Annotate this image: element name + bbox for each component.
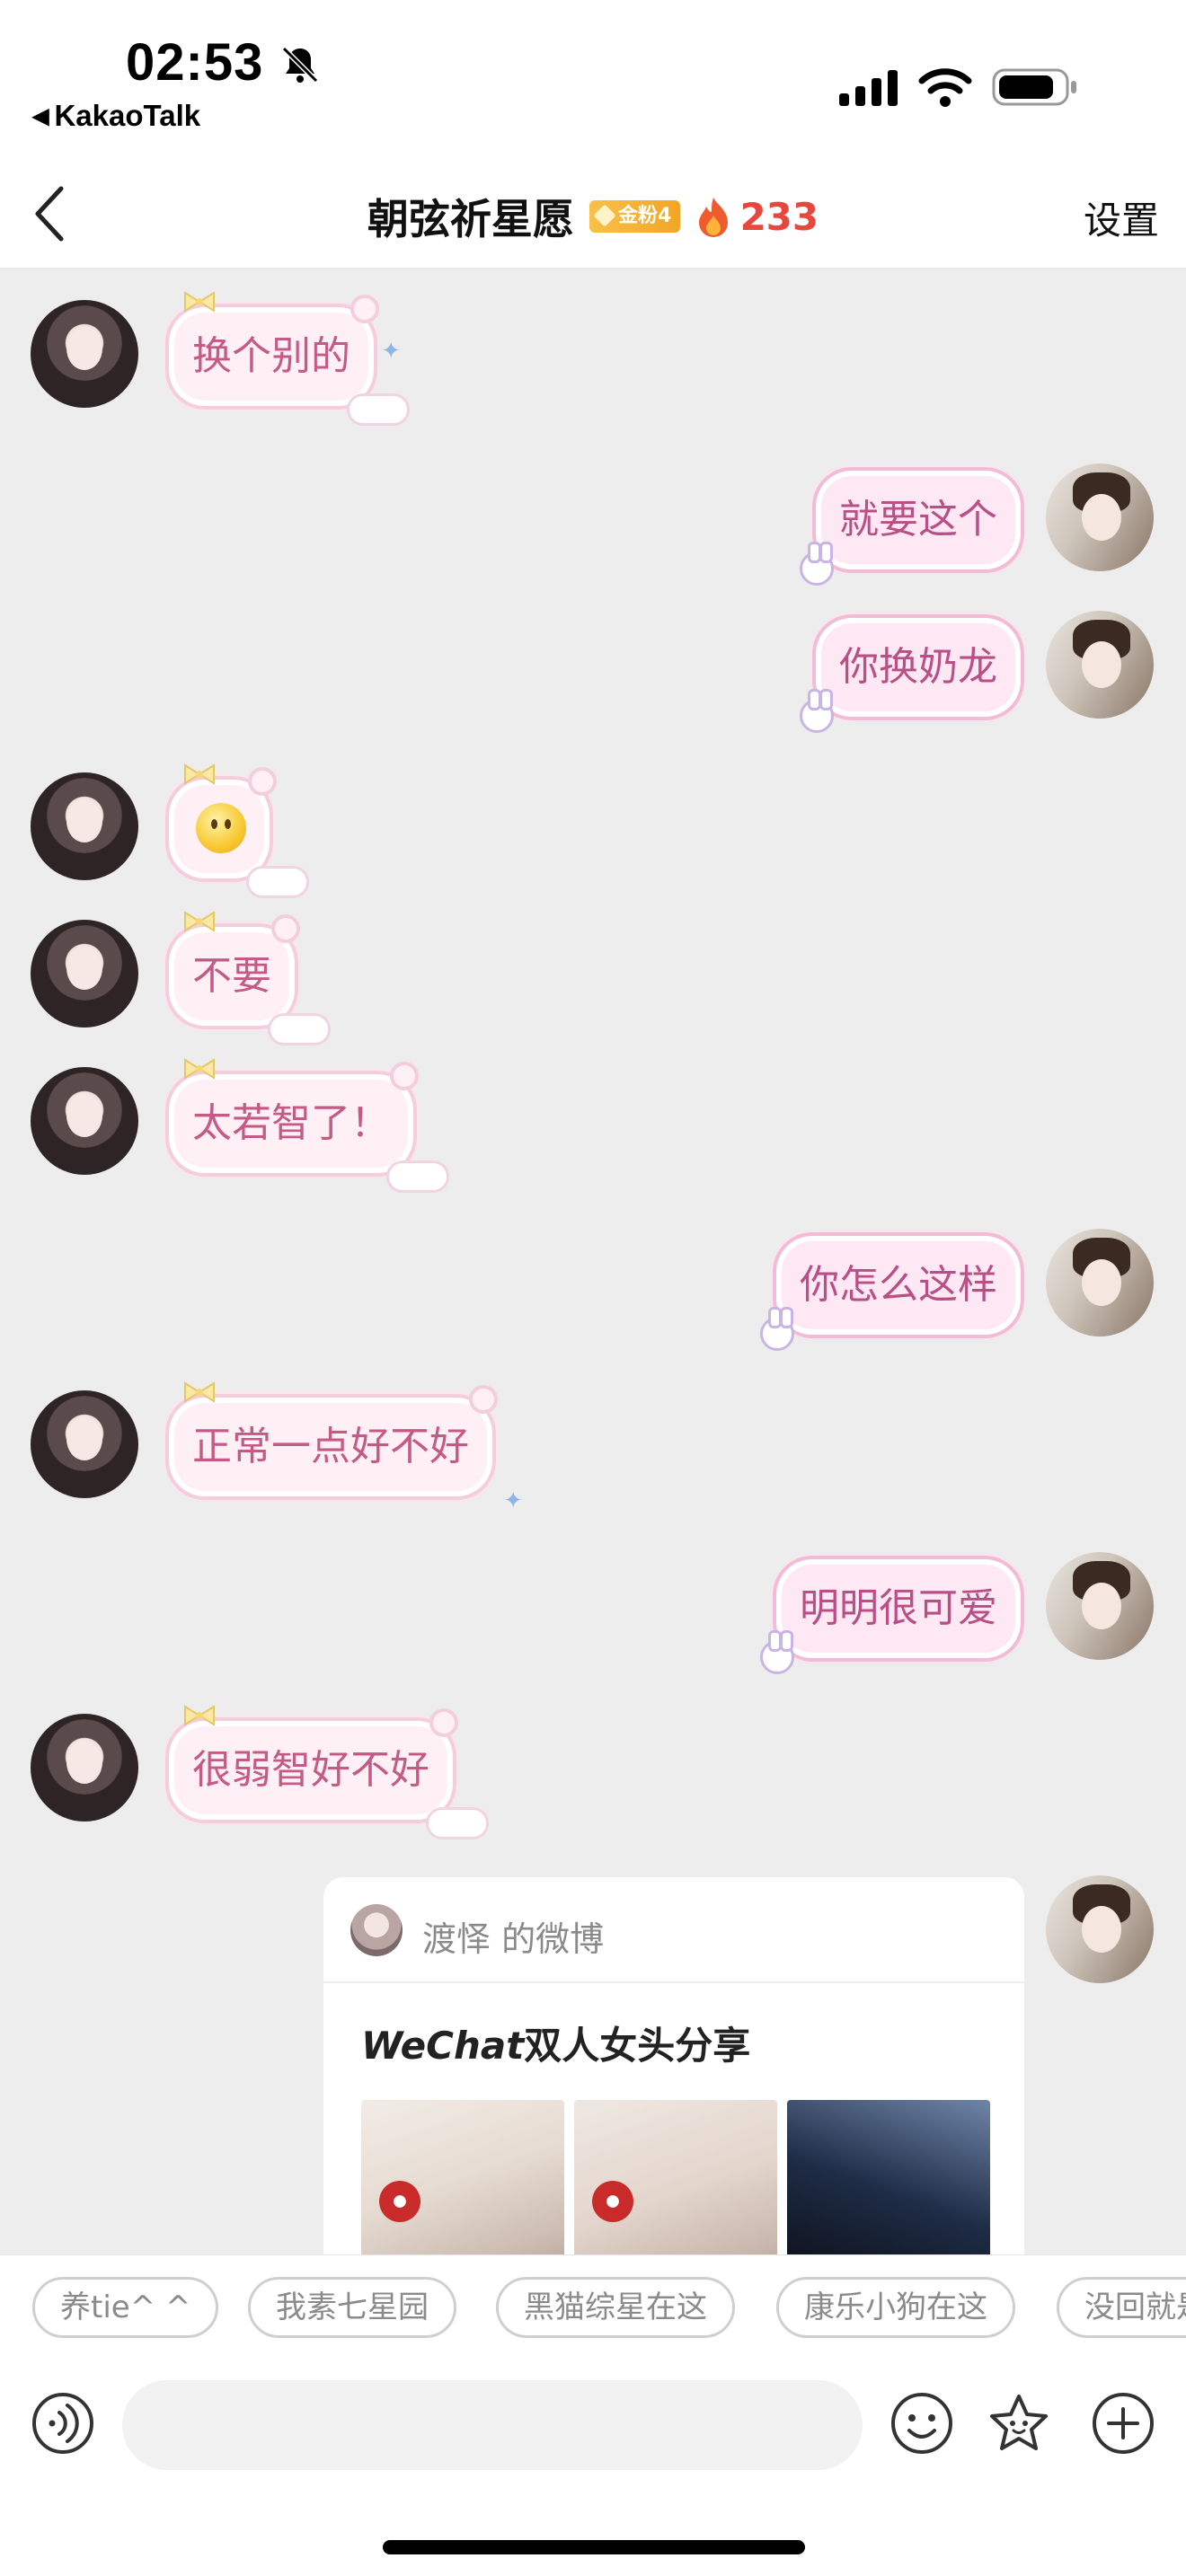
my-avatar[interactable]: [1046, 1229, 1154, 1337]
contact-avatar[interactable]: [31, 772, 138, 880]
contact-avatar[interactable]: [31, 1714, 138, 1822]
message-bubble-incoming[interactable]: 太若智了！: [165, 1058, 449, 1193]
bow-decoration-icon: [184, 1705, 215, 1726]
card-header: 渡怿 的微博: [323, 1877, 1024, 1983]
contact-avatar[interactable]: [31, 920, 138, 1028]
card-title-latin: WeChat: [361, 2024, 525, 2068]
message-text: 明明很可爱: [800, 1585, 997, 1631]
shared-post-card[interactable]: 渡怿 的微博 WeChat双人女头分享: [323, 1877, 1024, 2254]
card-source: 渡怿 的微博: [422, 1919, 605, 1959]
back-triangle-icon: ◀: [32, 104, 49, 128]
card-thumbnail[interactable]: [574, 2100, 777, 2254]
my-avatar[interactable]: [1046, 1552, 1154, 1660]
message-bubble-outgoing[interactable]: 明明很可爱: [760, 1556, 1024, 1674]
message-list[interactable]: ✦ 换个别的 就要这个 你换奶龙 不要 太若智了！ 你怎么这样 ✦ 正常一点好不…: [0, 268, 1186, 2254]
contact-avatar[interactable]: [31, 300, 138, 408]
message-text: 太若智了！: [192, 1100, 390, 1146]
my-avatar[interactable]: [1046, 463, 1154, 571]
title-row: 朝弦祈星愿 金粉4 233: [0, 187, 1186, 246]
bear-ear-decoration: [248, 767, 277, 796]
bear-ear-decoration: [271, 914, 300, 943]
wifi-icon: [918, 68, 972, 107]
quick-reply-chip[interactable]: 康乐小狗在这: [776, 2277, 1015, 2338]
bell-off-icon: [281, 46, 319, 84]
message-bubble-incoming[interactable]: [165, 763, 309, 898]
chat-title[interactable]: 朝弦祈星愿: [367, 195, 574, 243]
message-input[interactable]: [122, 2380, 863, 2470]
back-app-label: KakaoTalk: [54, 99, 201, 132]
bunny-decoration-icon: [760, 1630, 794, 1674]
signal-icon: [839, 70, 898, 106]
sparkle-icon: ✦: [503, 1487, 523, 1514]
flower-decoration: [592, 2181, 633, 2222]
emoji-icon[interactable]: [890, 2391, 954, 2456]
quick-reply-chip[interactable]: 黑猫综星在这: [496, 2277, 735, 2338]
bear-ear-decoration: [350, 295, 379, 323]
contact-avatar[interactable]: [31, 1067, 138, 1175]
card-title-rest: 双人女头分享: [524, 2024, 751, 2068]
voice-icon[interactable]: [31, 2391, 95, 2456]
cloud-decoration: [246, 866, 309, 898]
fan-level-badge: 金粉4: [589, 200, 681, 233]
message-text: 不要: [192, 953, 271, 999]
message-bubble-incoming[interactable]: ✦ 正常一点好不好: [165, 1381, 523, 1514]
flower-decoration: [379, 2181, 420, 2222]
message-bubble-outgoing[interactable]: 你怎么这样: [760, 1232, 1024, 1351]
bow-decoration-icon: [184, 763, 215, 785]
bunny-decoration-icon: [760, 1307, 794, 1351]
message-bubble-incoming[interactable]: ✦ 换个别的: [165, 291, 410, 426]
quick-reply-chip[interactable]: 养tie^ ^: [32, 2277, 219, 2338]
my-avatar[interactable]: [1046, 611, 1154, 719]
message-text: 你换奶龙: [839, 644, 997, 690]
message-text: 你怎么这样: [800, 1262, 997, 1308]
card-thumbnail[interactable]: [787, 2100, 990, 2254]
bow-decoration-icon: [184, 1381, 215, 1403]
settings-button[interactable]: 设置: [1084, 190, 1159, 245]
bear-ear-decoration: [469, 1385, 498, 1414]
smile-emoji-icon: [196, 803, 246, 853]
back-to-app-link[interactable]: ◀ KakaoTalk: [32, 99, 200, 133]
bow-decoration-icon: [184, 291, 215, 313]
gem-icon: [593, 204, 616, 227]
card-thumbnail[interactable]: [361, 2100, 564, 2254]
cloud-decoration: [268, 1013, 331, 1045]
source-avatar: [350, 1904, 403, 1956]
sparkle-icon: ✦: [381, 338, 401, 365]
bunny-decoration-icon: [800, 542, 834, 586]
cloud-decoration: [426, 1807, 489, 1839]
message-text: 就要这个: [839, 497, 997, 543]
chat-header: 朝弦祈星愿 金粉4 233 设置: [0, 162, 1186, 268]
contact-avatar[interactable]: [31, 1390, 138, 1498]
bunny-decoration-icon: [800, 689, 834, 733]
input-bar: [0, 2355, 1186, 2576]
bow-decoration-icon: [184, 911, 215, 932]
message-bubble-outgoing[interactable]: 你换奶龙: [800, 614, 1024, 733]
plus-icon[interactable]: [1091, 2391, 1155, 2456]
quick-reply-bar[interactable]: 养tie^ ^ 我素七星园 黑猫综星在这 康乐小狗在这 没回就是: [0, 2254, 1186, 2355]
bear-ear-decoration: [429, 1708, 458, 1737]
cloud-decoration: [347, 393, 410, 426]
message-text: 很弱智好不好: [192, 1747, 429, 1793]
battery-icon: [992, 68, 1076, 106]
message-bubble-incoming[interactable]: 很弱智好不好: [165, 1705, 489, 1839]
quick-reply-chip[interactable]: 没回就是: [1057, 2277, 1186, 2338]
sticker-icon[interactable]: [987, 2391, 1051, 2456]
message-bubble-outgoing[interactable]: 就要这个: [800, 467, 1024, 586]
message-text: 正常一点好不好: [192, 1424, 469, 1469]
cloud-decoration: [386, 1160, 449, 1193]
flame-icon: [699, 198, 729, 237]
fan-badge-label: 金粉4: [617, 205, 672, 227]
bow-decoration-icon: [184, 1058, 215, 1080]
quick-reply-chip[interactable]: 我素七星园: [248, 2277, 456, 2338]
card-title: WeChat双人女头分享: [361, 2016, 750, 2070]
bear-ear-decoration: [390, 1062, 419, 1090]
streak-count: 233: [739, 194, 819, 239]
status-time: 02:53: [126, 33, 264, 92]
status-bar: 02:53 ◀ KakaoTalk: [0, 0, 1186, 162]
message-bubble-incoming[interactable]: 不要: [165, 911, 331, 1045]
message-text: 换个别的: [192, 333, 350, 379]
home-indicator[interactable]: [383, 2540, 805, 2554]
my-avatar[interactable]: [1046, 1875, 1154, 1983]
